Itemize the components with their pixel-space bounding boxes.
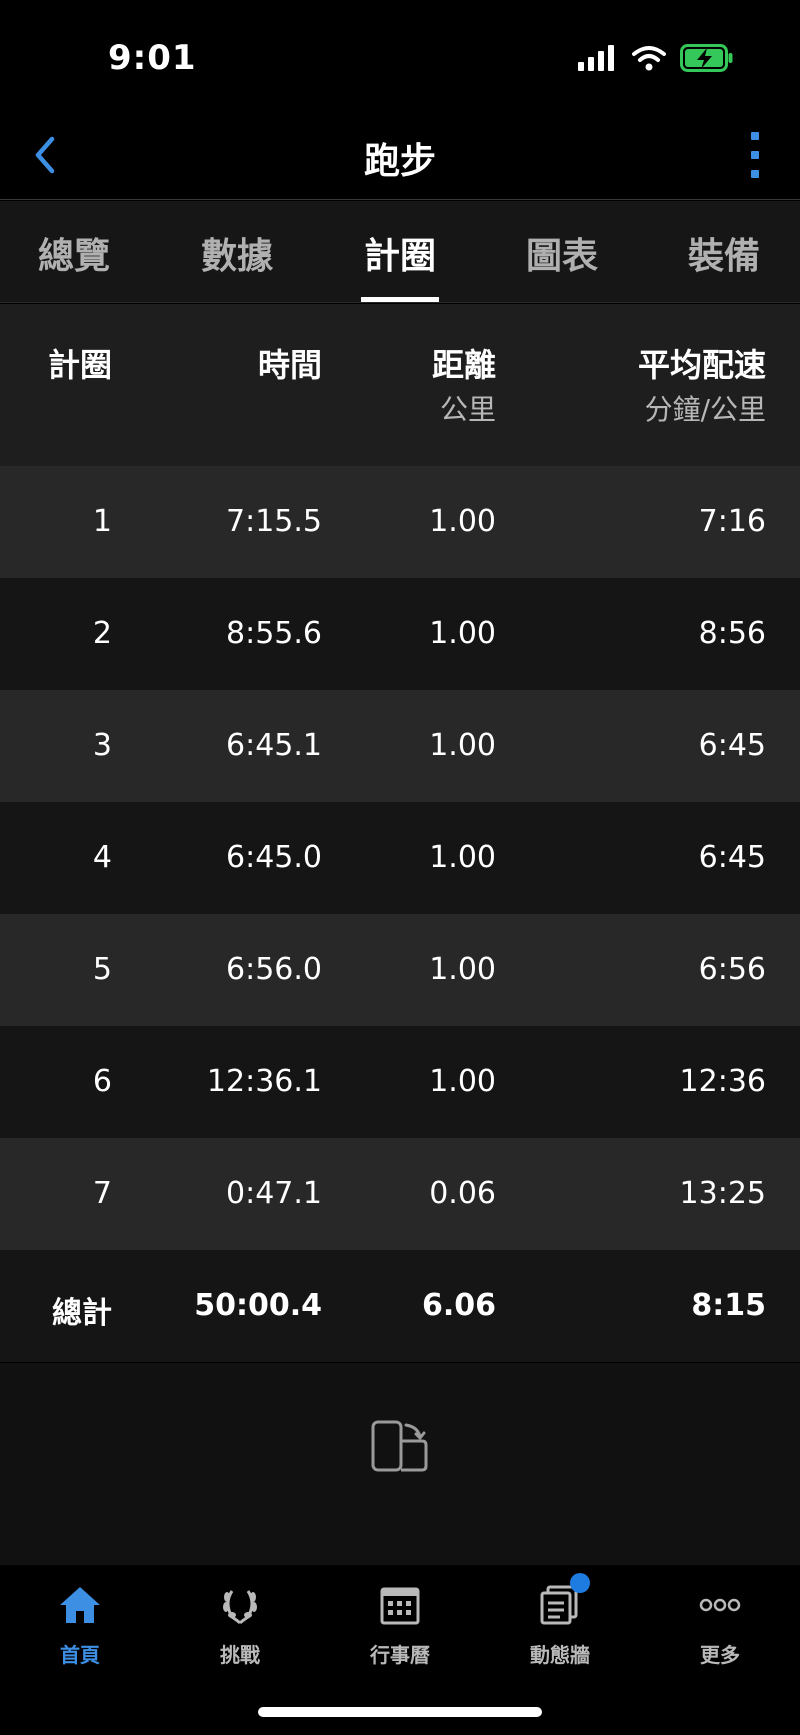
total-label: 總計 (52, 1296, 112, 1331)
table-row: 3 6:45.1 1.00 6:45 (0, 690, 800, 802)
total-distance: 6.06 (421, 1288, 496, 1323)
nav-calendar[interactable]: 行事曆 (340, 1583, 460, 1668)
active-tab-indicator (361, 297, 439, 302)
lap-distance: 1.00 (429, 728, 496, 763)
table-row: 2 8:55.6 1.00 8:56 (0, 578, 800, 690)
menu-dot (751, 170, 759, 178)
lap-time: 12:36.1 (206, 1064, 322, 1099)
lap-number: 6 (92, 1064, 112, 1099)
nav-label: 行事曆 (370, 1643, 430, 1667)
lap-time: 0:47.1 (226, 1176, 322, 1211)
table-row: 1 7:15.5 1.00 7:16 (0, 466, 800, 578)
nav-more[interactable]: 更多 (660, 1583, 780, 1668)
lap-time: 8:55.6 (226, 616, 322, 651)
column-header-distance: 距離 公里 (432, 340, 496, 428)
page-title: 跑步 (363, 141, 436, 182)
rotate-screen-icon[interactable] (370, 1419, 430, 1475)
table-row: 7 0:47.1 0.06 13:25 (0, 1138, 800, 1250)
column-label: 時間 (257, 346, 322, 384)
nav-label: 首頁 (60, 1643, 100, 1667)
nav-home[interactable]: 首頁 (20, 1583, 140, 1668)
nav-label: 更多 (700, 1643, 740, 1667)
lap-number: 4 (92, 840, 112, 875)
lap-number: 2 (92, 616, 112, 651)
column-header-time: 時間 (258, 340, 322, 386)
lap-time: 6:45.1 (226, 728, 322, 763)
notification-badge (570, 1573, 590, 1593)
lap-time: 6:45.0 (226, 840, 322, 875)
status-time: 9:01 (108, 38, 197, 78)
lap-pace: 6:45 (698, 728, 766, 763)
column-header-lap: 計圈 (48, 340, 112, 386)
lap-distance: 1.00 (429, 504, 496, 539)
wifi-icon (632, 46, 666, 71)
tab-gear[interactable]: 裝備 (688, 227, 760, 279)
lap-pace: 7:16 (698, 504, 766, 539)
tab-bar: 總覽 數據 計圈 圖表 裝備 (0, 201, 800, 303)
status-icons (578, 44, 734, 72)
menu-dot (751, 151, 759, 159)
nav-label: 挑戰 (220, 1643, 260, 1667)
table-header: 計圈 時間 距離 公里 平均配速 分鐘/公里 (0, 304, 800, 466)
menu-dot (751, 132, 759, 140)
table-footer-area (0, 1363, 800, 1565)
signal-icon (578, 45, 614, 71)
column-unit: 公里 (439, 393, 496, 426)
lap-pace: 12:36 (679, 1064, 766, 1099)
lap-time: 6:56.0 (226, 952, 322, 987)
column-label: 計圈 (47, 346, 112, 384)
lap-distance: 0.06 (429, 1176, 496, 1211)
lap-pace: 6:56 (698, 952, 766, 987)
lap-distance: 1.00 (429, 952, 496, 987)
lap-number: 7 (92, 1176, 112, 1211)
total-pace: 8:15 (691, 1288, 766, 1323)
column-header-avg-pace: 平均配速 分鐘/公里 (638, 340, 766, 428)
lap-pace: 6:45 (698, 840, 766, 875)
home-indicator[interactable] (258, 1707, 542, 1717)
lap-number: 1 (92, 504, 112, 539)
column-unit: 分鐘/公里 (644, 393, 766, 426)
calendar-icon (378, 1583, 422, 1627)
lap-time: 7:15.5 (226, 504, 322, 539)
lap-number: 5 (92, 952, 112, 987)
home-icon (58, 1583, 102, 1627)
tab-stats[interactable]: 數據 (201, 227, 273, 279)
more-icon (698, 1583, 742, 1627)
table-row: 6 12:36.1 1.00 12:36 (0, 1026, 800, 1138)
newsfeed-icon (538, 1573, 590, 1627)
table-row: 5 6:56.0 1.00 6:56 (0, 914, 800, 1026)
lap-pace: 13:25 (679, 1176, 766, 1211)
lap-pace: 8:56 (698, 616, 766, 651)
battery-charging-icon (680, 44, 733, 72)
nav-label: 動態牆 (530, 1643, 590, 1667)
laps-table: 計圈 時間 距離 公里 平均配速 分鐘/公里 1 7:15.5 1.00 7:1… (0, 304, 800, 1362)
tab-laps[interactable]: 計圈 (364, 227, 436, 279)
tab-overview[interactable]: 總覽 (38, 227, 110, 279)
laurel-icon (218, 1583, 262, 1627)
lap-distance: 1.00 (429, 616, 496, 651)
lap-distance: 1.00 (429, 1064, 496, 1099)
column-label: 平均配速 (637, 346, 766, 384)
total-time: 50:00.4 (194, 1288, 322, 1323)
table-row: 4 6:45.0 1.00 6:45 (0, 802, 800, 914)
total-row: 總計 50:00.4 6.06 8:15 (0, 1250, 800, 1362)
lap-distance: 1.00 (429, 840, 496, 875)
more-options-button[interactable] (740, 132, 770, 178)
nav-newsfeed[interactable]: 動態牆 (500, 1573, 620, 1668)
nav-challenges[interactable]: 挑戰 (180, 1583, 300, 1668)
lap-number: 3 (92, 728, 112, 763)
navigation-bar: 跑步 (0, 110, 800, 200)
column-label: 距離 (431, 346, 496, 384)
tab-charts[interactable]: 圖表 (526, 227, 598, 279)
status-bar: 9:01 (0, 0, 800, 110)
